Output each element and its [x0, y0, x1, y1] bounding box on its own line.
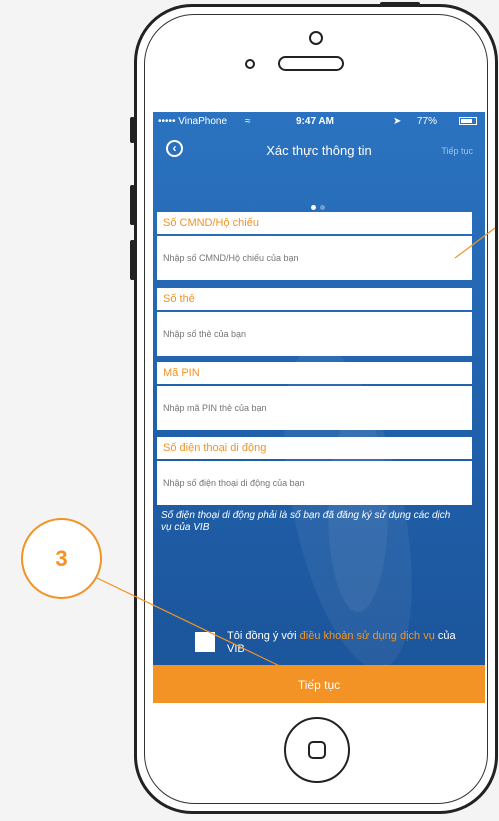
- battery-percent: 77%: [417, 116, 438, 127]
- battery-icon: [459, 117, 477, 125]
- carrier-label: ••••• VinaPhone: [158, 116, 228, 127]
- wifi-icon: ≈: [245, 116, 251, 127]
- id-number-field: Số CMND/Hộ chiếu: [157, 212, 472, 280]
- sensor-icon: [245, 59, 255, 69]
- volume-up-button: [130, 185, 135, 225]
- status-bar: ••••• VinaPhone ≈ 9:47 AM ➤ 77%: [153, 112, 485, 130]
- step-callout: 3: [21, 518, 102, 599]
- page-dot-active: [311, 205, 316, 210]
- terms-text: Tôi đồng ý với điều khoản sử dụng dịch v…: [227, 630, 467, 656]
- terms-link[interactable]: điều khoản sử dụng dịch vụ: [300, 630, 435, 642]
- home-button[interactable]: [284, 717, 350, 783]
- mute-switch: [130, 117, 135, 143]
- page-dot: [320, 205, 325, 210]
- nav-bar: ‹ Xác thực thông tin Tiếp tục: [153, 132, 485, 164]
- terms-prefix: Tôi đồng ý với: [227, 630, 300, 642]
- id-number-input[interactable]: [157, 236, 472, 280]
- nav-next-button[interactable]: Tiếp tục: [441, 146, 473, 156]
- phone-note: Số điện thoại di động phải là số bạn đã …: [161, 510, 451, 533]
- clock: 9:47 AM: [296, 116, 334, 127]
- volume-down-button: [130, 240, 135, 280]
- camera-icon: [309, 31, 323, 45]
- card-number-input[interactable]: [157, 312, 472, 356]
- field-label: Số CMND/Hộ chiếu: [157, 212, 472, 234]
- field-label: Số thẻ: [157, 288, 472, 310]
- power-button: [380, 2, 420, 6]
- home-square-icon: [308, 741, 326, 759]
- speaker-icon: [278, 56, 344, 71]
- location-icon: ➤: [393, 116, 402, 127]
- field-label: Số điện thoại di động: [157, 437, 472, 459]
- app-screen: ••••• VinaPhone ≈ 9:47 AM ➤ 77% ‹ Xác th…: [153, 112, 485, 703]
- field-label: Mã PIN: [157, 362, 472, 384]
- card-number-field: Số thẻ: [157, 288, 472, 356]
- terms-checkbox[interactable]: [195, 632, 215, 652]
- pin-field: Mã PIN: [157, 362, 472, 430]
- phone-field: Số điện thoại di động: [157, 437, 472, 505]
- pin-input[interactable]: [157, 386, 472, 430]
- page-title: Xác thực thông tin: [266, 143, 372, 158]
- phone-input[interactable]: [157, 461, 472, 505]
- submit-button[interactable]: Tiếp tục: [153, 665, 485, 703]
